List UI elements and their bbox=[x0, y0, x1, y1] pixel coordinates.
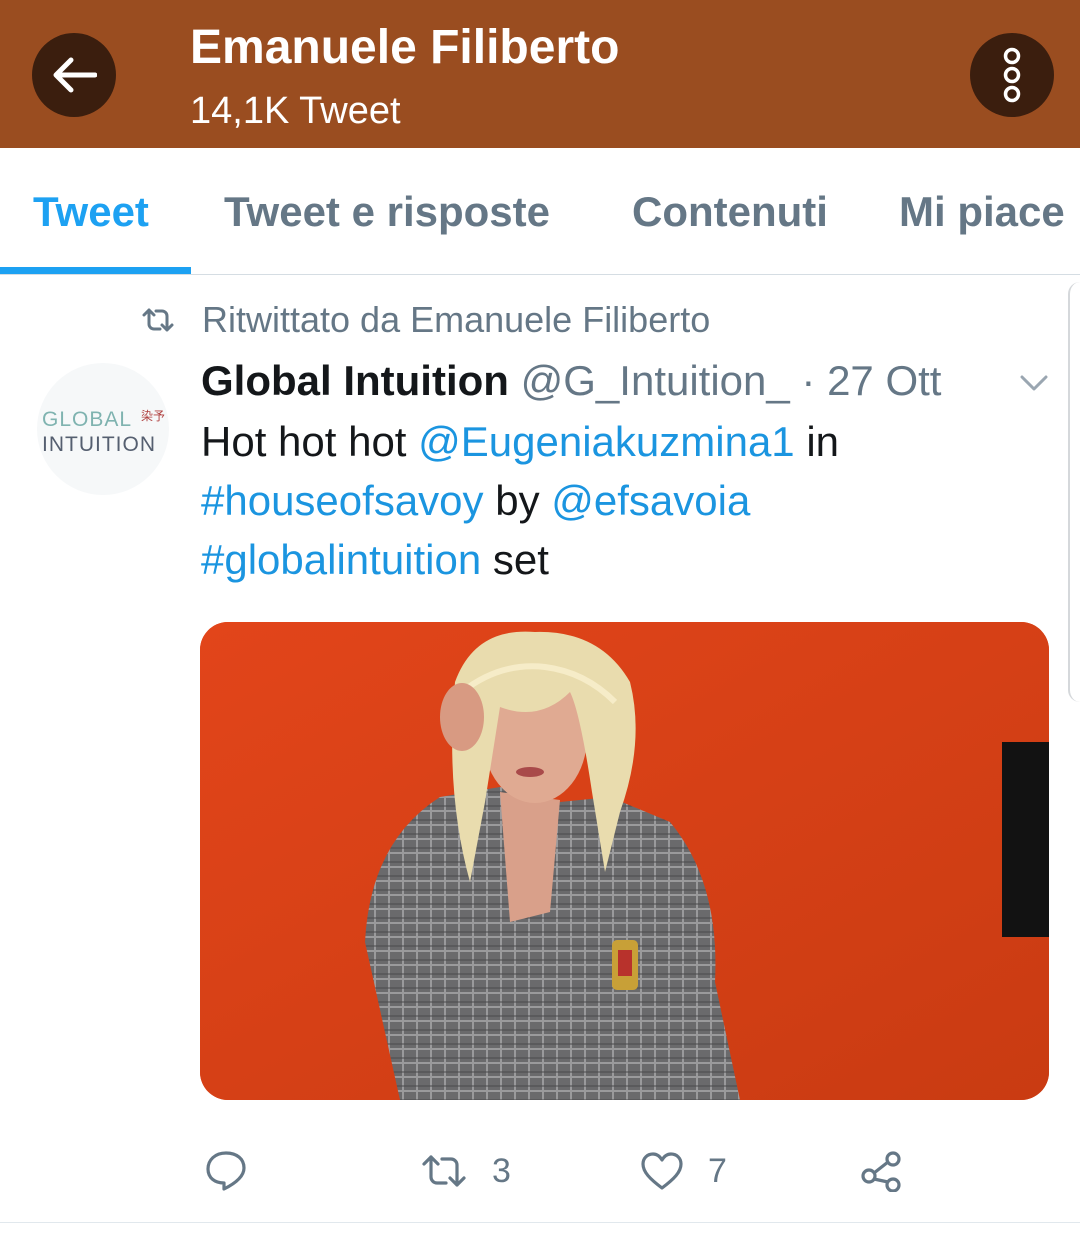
profile-tabs: Tweet Tweet e risposte Contenuti Mi piac… bbox=[0, 148, 1080, 275]
tweet-media-image[interactable] bbox=[200, 622, 1049, 1100]
heart-icon bbox=[641, 1152, 683, 1190]
media-illustration bbox=[200, 622, 1049, 1100]
back-button[interactable] bbox=[32, 33, 116, 117]
tab-tweet[interactable]: Tweet bbox=[33, 188, 149, 236]
author-handle-date: @G_Intuition_ · 27 Ott bbox=[520, 357, 942, 404]
retweet-button[interactable]: 3 bbox=[420, 1148, 511, 1194]
retweet-count: 3 bbox=[492, 1151, 511, 1190]
avatar-logo-text-2: INTUITION bbox=[42, 433, 156, 456]
hashtag-link[interactable]: #houseofsavoy bbox=[201, 477, 484, 524]
tweet-header: Global Intuition @G_Intuition_ · 27 Ott bbox=[201, 356, 941, 406]
retweet-icon bbox=[142, 308, 174, 332]
mention-link[interactable]: @efsavoia bbox=[551, 477, 750, 524]
avatar[interactable]: GLOBAL 染予 INTUITION bbox=[37, 363, 169, 495]
tab-tweet-e-risposte[interactable]: Tweet e risposte bbox=[224, 188, 550, 236]
more-vertical-icon bbox=[1003, 47, 1021, 103]
profile-name: Emanuele Filiberto bbox=[190, 21, 620, 74]
tweet-text-segment: set bbox=[481, 536, 549, 583]
reply-icon bbox=[206, 1151, 246, 1191]
arrow-left-icon bbox=[53, 57, 97, 93]
tweet-text-segment: in bbox=[794, 418, 840, 465]
tab-contenuti[interactable]: Contenuti bbox=[632, 188, 828, 236]
retweeted-by-label: Ritwittato da Emanuele Filiberto bbox=[202, 299, 711, 340]
mention-link[interactable]: @Eugeniakuzmina1 bbox=[418, 418, 795, 465]
share-button[interactable] bbox=[860, 1148, 902, 1194]
like-button[interactable]: 7 bbox=[640, 1148, 727, 1194]
more-options-button[interactable] bbox=[970, 33, 1054, 117]
avatar-logo-text: GLOBAL bbox=[42, 408, 133, 431]
scroll-edge bbox=[1068, 282, 1080, 702]
tab-mi-piace[interactable]: Mi piace bbox=[899, 188, 1065, 236]
retweet-icon bbox=[422, 1155, 466, 1187]
reply-button[interactable] bbox=[205, 1148, 247, 1194]
tweet-text-segment: by bbox=[483, 477, 552, 524]
active-tab-indicator bbox=[0, 267, 191, 274]
tweet-count: 14,1K Tweet bbox=[190, 90, 401, 132]
avatar-logo-glyph: 染予 bbox=[141, 409, 166, 423]
profile-header-bar: Emanuele Filiberto 14,1K Tweet bbox=[0, 0, 1080, 148]
like-count: 7 bbox=[708, 1151, 727, 1190]
hashtag-link[interactable]: #globalintuition bbox=[201, 536, 481, 583]
tweet-divider bbox=[0, 1222, 1080, 1223]
tweet-text: Hot hot hot @Eugeniakuzmina1 in #houseof… bbox=[201, 412, 1041, 589]
share-icon bbox=[861, 1151, 901, 1192]
author-name[interactable]: Global Intuition bbox=[201, 357, 509, 404]
tweet-text-segment: Hot hot hot bbox=[201, 418, 419, 465]
retweet-context: Ritwittato da Emanuele Filiberto bbox=[140, 298, 710, 342]
chevron-down-icon[interactable] bbox=[1016, 368, 1052, 398]
